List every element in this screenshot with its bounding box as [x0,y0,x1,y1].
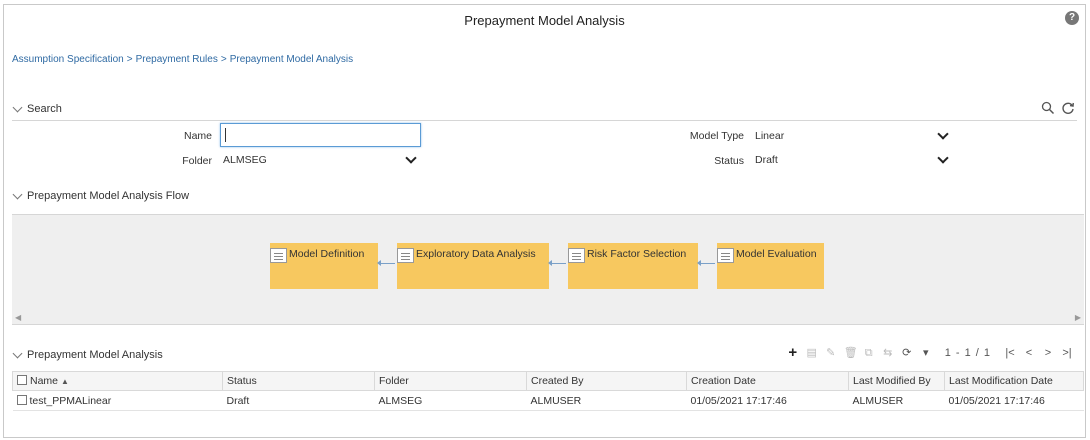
export-icon[interactable]: ⇆ [882,347,894,359]
row-checkbox[interactable] [16,394,27,405]
flow-section-title: Prepayment Model Analysis Flow [27,190,190,202]
chevron-down-icon [937,152,949,164]
folder-select-value: ALMSEG [223,154,267,166]
flow-connector [697,260,715,266]
add-icon[interactable]: + [787,345,799,360]
column-header-label: Name [30,375,59,387]
breadcrumb-separator: > [220,54,227,65]
grid-section-title: Prepayment Model Analysis [27,349,163,361]
delete-icon[interactable]: 🗑 [844,347,858,359]
flow-connector [548,260,566,266]
filter-icon [568,248,585,263]
chevron-down-icon [12,189,23,200]
flow-step-label: Risk Factor Selection [587,248,687,260]
chevron-down-icon [937,128,949,140]
search-tools [1041,101,1075,115]
status-select-value: Draft [755,154,778,166]
name-label: Name [183,130,212,142]
scroll-right-icon[interactable]: ▶ [1075,313,1081,322]
page-title: Prepayment Model Analysis [464,13,625,28]
chevron-down-icon [12,102,23,113]
search-section-toggle[interactable]: Search [12,102,62,115]
breadcrumb-prepayment-model-analysis[interactable]: Prepayment Model Analysis [230,54,353,65]
folder-select[interactable]: ALMSEG [220,151,421,169]
flow-step-label: Exploratory Data Analysis [416,248,536,260]
scroll-left-icon[interactable]: ◀ [15,313,21,322]
breadcrumb: Assumption Specification > Prepayment Rule… [12,54,353,65]
model-type-label: Model Type [689,130,744,142]
table-row[interactable]: test_PPMALinear Draft ALMSEG ALMUSER 01/… [12,390,1084,411]
breadcrumb-assumption-specification[interactable]: Assumption Specification [12,54,124,65]
main-frame: Prepayment Model Analysis ? Assumption S… [3,4,1086,438]
flow-step-label: Model Definition [289,248,365,260]
column-header-status[interactable]: Status [222,371,375,391]
flow-step-exploratory-data-analysis[interactable]: Exploratory Data Analysis [397,243,549,289]
cell-status: Draft [222,390,375,411]
column-header-folder[interactable]: Folder [374,371,527,391]
refresh-icon[interactable]: ⟳ [901,347,913,359]
cell-name: test_PPMALinear [12,390,223,411]
flow-section-toggle[interactable]: Prepayment Model Analysis Flow [12,189,190,202]
status-label: Status [714,155,744,167]
flow-step-label: Model Evaluation [736,248,817,260]
breadcrumb-prepayment-rules[interactable]: Prepayment Rules [136,54,218,65]
column-header-last-modification-date[interactable]: Last Modification Date [944,371,1084,391]
search-divider [12,120,1077,121]
flow-connector [377,260,395,266]
chevron-down-icon [12,348,23,359]
copy-icon[interactable]: ⧉ [863,347,875,359]
cell-created-by: ALMUSER [526,390,687,411]
cell-last-modification-date: 01/05/2021 17:17:46 [944,390,1084,411]
name-input[interactable] [220,123,421,147]
last-page-icon[interactable]: >| [1061,347,1073,359]
refresh-icon[interactable] [1061,101,1075,115]
text-cursor [225,128,226,142]
cell-last-modified-by: ALMUSER [848,390,945,411]
flow-step-risk-factor-selection[interactable]: Risk Factor Selection [568,243,698,289]
row-name-link[interactable]: test_PPMALinear [30,395,112,407]
folder-label: Folder [182,155,212,167]
results-table: Name ▲ Status Folder Created By Creation … [12,371,1084,411]
cell-folder: ALMSEG [374,390,527,411]
column-header-created-by[interactable]: Created By [526,371,687,391]
pager-range: 1 - 1 / 1 [944,347,991,359]
chevron-down-icon [405,152,417,164]
status-select[interactable]: Draft [752,151,953,169]
view-icon[interactable]: ▤ [806,347,818,359]
grid-section-toggle[interactable]: Prepayment Model Analysis [12,348,163,361]
sort-ascending-icon[interactable]: ▲ [61,377,69,386]
document-icon [270,248,287,263]
model-type-select[interactable]: Linear [752,127,953,145]
search-icon[interactable] [1041,101,1055,115]
filter-icon[interactable]: ▾ [920,347,932,359]
table-header-row: Name ▲ Status Folder Created By Creation … [12,371,1084,391]
prev-page-icon[interactable]: < [1023,347,1035,359]
first-page-icon[interactable]: |< [1004,347,1016,359]
select-all-checkbox[interactable] [17,375,27,385]
column-header-creation-date[interactable]: Creation Date [686,371,849,391]
breadcrumb-separator: > [126,54,133,65]
flow-canvas: Model Definition Exploratory Data Analys… [12,214,1084,325]
next-page-icon[interactable]: > [1042,347,1054,359]
cell-creation-date: 01/05/2021 17:17:46 [686,390,849,411]
model-type-select-value: Linear [755,130,785,142]
column-header-name[interactable]: Name ▲ [12,371,223,391]
help-icon[interactable]: ? [1065,11,1079,25]
search-section-title: Search [27,103,62,115]
name-input-field[interactable] [221,124,420,146]
edit-icon[interactable]: ✎ [825,347,837,359]
column-header-last-modified-by[interactable]: Last Modified By [848,371,945,391]
flow-step-model-evaluation[interactable]: Model Evaluation [717,243,824,289]
evaluation-icon [717,248,734,263]
flow-step-model-definition[interactable]: Model Definition [270,243,378,289]
grid-toolbar: + ▤ ✎ 🗑 ⧉ ⇆ ⟳ ▾ 1 - 1 / 1 |< < > >| [787,345,1073,360]
chart-icon [397,248,414,263]
